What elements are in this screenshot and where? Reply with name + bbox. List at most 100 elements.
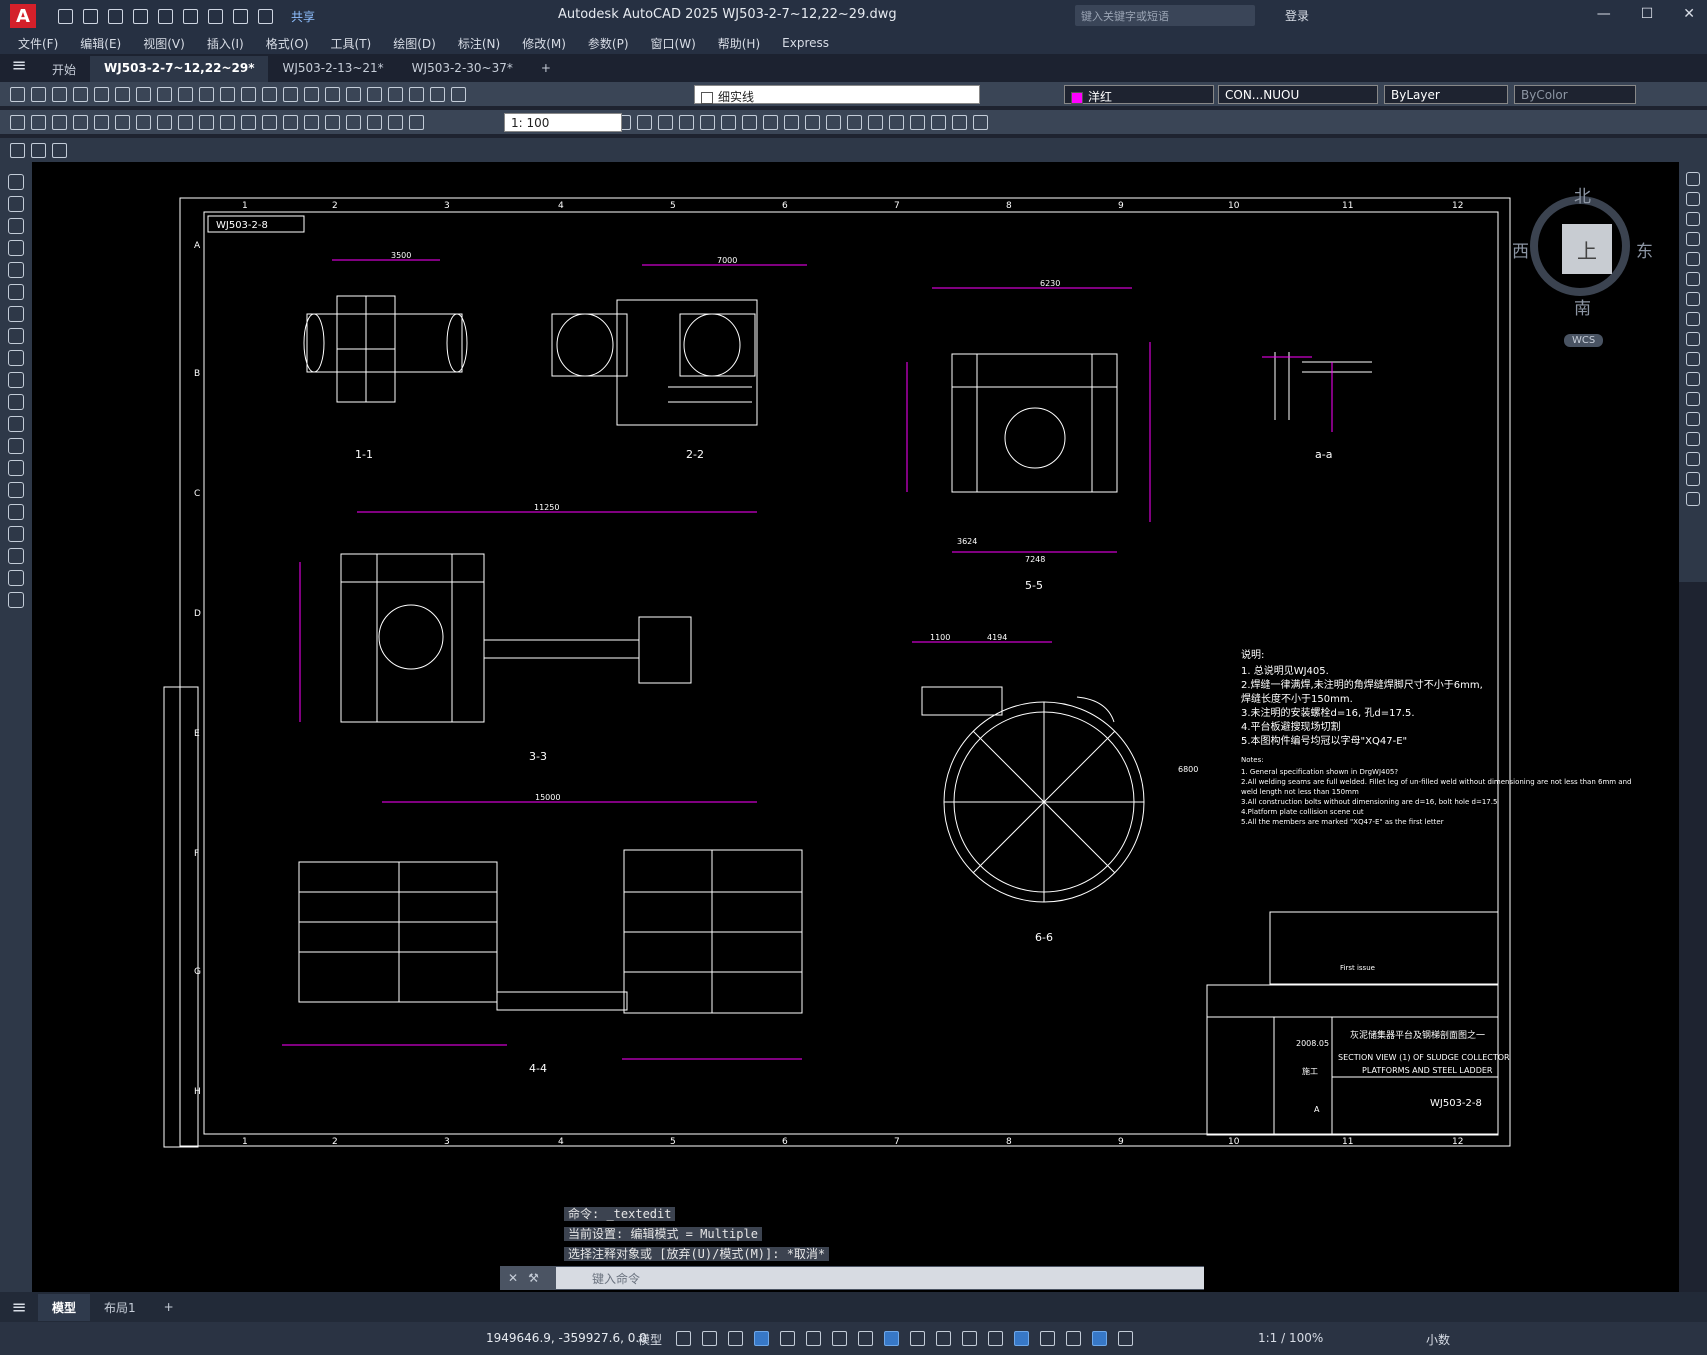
layer-delete-icon[interactable]: [784, 114, 799, 130]
zoom-window-icon[interactable]: [304, 86, 319, 102]
hatch-icon[interactable]: [8, 482, 24, 498]
east-label[interactable]: 东: [1636, 237, 1653, 262]
annotation-scale[interactable]: 1:1 / 100%: [1258, 1331, 1323, 1345]
calculator-icon[interactable]: [409, 86, 424, 102]
view-cube[interactable]: 北 南 东 西 上: [1512, 182, 1653, 319]
offset-icon[interactable]: [1686, 232, 1700, 246]
lineweight-dropdown[interactable]: ByLayer: [1384, 85, 1508, 104]
layer-lock-icon[interactable]: [700, 114, 715, 130]
layer-merge-icon[interactable]: [763, 114, 778, 130]
menu-format[interactable]: 格式(O): [266, 35, 309, 52]
dim-break-icon[interactable]: [262, 114, 277, 130]
move-icon[interactable]: [1686, 272, 1700, 286]
copy-icon[interactable]: [1686, 192, 1700, 206]
units-dropdown[interactable]: 小数: [1426, 1331, 1450, 1348]
layer-off-icon[interactable]: [658, 114, 673, 130]
menu-parametric[interactable]: 参数(P): [588, 35, 629, 52]
menu-modify[interactable]: 修改(M): [522, 35, 566, 52]
pan-icon[interactable]: [262, 86, 277, 102]
layer-freeze-icon[interactable]: [679, 114, 694, 130]
explode-icon[interactable]: [1686, 492, 1700, 506]
continue-dim-icon[interactable]: [220, 114, 235, 130]
command-input[interactable]: 键入命令: [556, 1267, 1204, 1289]
polar-icon[interactable]: [806, 1331, 821, 1346]
design-center-icon[interactable]: [367, 86, 382, 102]
jogged-dim-icon[interactable]: [115, 114, 130, 130]
copy-to-layer-icon[interactable]: [826, 114, 841, 130]
arc-length-icon[interactable]: [52, 114, 67, 130]
ellipse-arc-icon[interactable]: [8, 394, 24, 410]
paste-icon[interactable]: [178, 86, 193, 102]
aligned-dim-icon[interactable]: [31, 114, 46, 130]
chamfer-icon[interactable]: [1686, 432, 1700, 446]
spline-icon[interactable]: [8, 350, 24, 366]
auto-scale-icon[interactable]: [1118, 1331, 1133, 1346]
add-layout-icon[interactable]: +: [150, 1295, 188, 1319]
style-icon[interactable]: [52, 142, 67, 158]
gizmo-icon[interactable]: [1066, 1331, 1081, 1346]
mtext-icon[interactable]: [31, 142, 46, 158]
join-icon[interactable]: [1686, 412, 1700, 426]
menu-insert[interactable]: 插入(I): [207, 35, 244, 52]
line-icon[interactable]: [8, 174, 24, 190]
tab-wj503-2-30[interactable]: WJ503-2-30~37*: [398, 56, 527, 82]
add-selected-icon[interactable]: [8, 592, 24, 608]
dynamic-input-icon[interactable]: [754, 1331, 769, 1346]
redo-icon[interactable]: [241, 86, 256, 102]
save-as-icon[interactable]: [133, 8, 148, 24]
north-label[interactable]: 北: [1574, 182, 1591, 207]
layer-match-icon[interactable]: [721, 114, 736, 130]
preview-icon[interactable]: [94, 86, 109, 102]
polygon-icon[interactable]: [8, 240, 24, 256]
object-snap-tracking-icon[interactable]: [858, 1331, 873, 1346]
polyline-icon[interactable]: [8, 218, 24, 234]
new-tab-icon[interactable]: +: [527, 56, 565, 82]
ortho-icon[interactable]: [780, 1331, 795, 1346]
tolerance-icon[interactable]: [283, 114, 298, 130]
tool-palettes-icon[interactable]: [388, 86, 403, 102]
dim-update-icon[interactable]: [409, 114, 424, 130]
menu-express[interactable]: Express: [782, 36, 829, 50]
dim-space-icon[interactable]: [241, 114, 256, 130]
linear-dim-icon[interactable]: [10, 114, 25, 130]
rotate-icon[interactable]: [1686, 292, 1700, 306]
undo-icon[interactable]: [220, 86, 235, 102]
tab-start[interactable]: 开始: [38, 56, 90, 82]
menu-file[interactable]: 文件(F): [18, 35, 58, 52]
minimize-icon[interactable]: —: [1597, 6, 1611, 22]
rectangle-icon[interactable]: [8, 262, 24, 278]
zoom-realtime-icon[interactable]: [283, 86, 298, 102]
blend-icon[interactable]: [1686, 472, 1700, 486]
make-block-icon[interactable]: [8, 438, 24, 454]
open-file-icon[interactable]: [83, 8, 98, 24]
dim-scale-dropdown[interactable]: 1: 100: [504, 113, 622, 132]
layer-walk-icon[interactable]: [742, 114, 757, 130]
wrench-icon[interactable]: ⚒: [528, 1271, 539, 1285]
zoom-previous-icon[interactable]: [325, 86, 340, 102]
table-icon[interactable]: [8, 548, 24, 564]
tab-wj503-2-7[interactable]: WJ503-2-7~12,22~29*: [90, 56, 269, 82]
attribute-icon[interactable]: [889, 114, 904, 130]
clip-icon[interactable]: [931, 114, 946, 130]
erase-icon[interactable]: [1686, 172, 1700, 186]
extend-icon[interactable]: [1686, 372, 1700, 386]
gradient-icon[interactable]: [8, 504, 24, 520]
menu-view[interactable]: 视图(V): [143, 35, 185, 52]
properties-icon[interactable]: [346, 86, 361, 102]
jogged-linear-icon[interactable]: [346, 114, 361, 130]
angular-dim-icon[interactable]: [157, 114, 172, 130]
annotation-visibility-icon[interactable]: [1092, 1331, 1107, 1346]
snap-icon[interactable]: [702, 1331, 717, 1346]
web-save-icon[interactable]: [183, 8, 198, 24]
baseline-dim-icon[interactable]: [199, 114, 214, 130]
dynamic-ucs-icon[interactable]: [1014, 1331, 1029, 1346]
model-space-button[interactable]: 模型: [638, 1331, 662, 1348]
arc-icon[interactable]: [8, 284, 24, 300]
ucs-icon[interactable]: [973, 114, 988, 130]
maximize-icon[interactable]: ☐: [1641, 6, 1654, 22]
scale-icon[interactable]: [1686, 312, 1700, 326]
quick-dim-icon[interactable]: [178, 114, 193, 130]
new-file-icon[interactable]: [58, 8, 73, 24]
menu-hamburger-icon[interactable]: ≡: [0, 55, 38, 82]
login-button[interactable]: 登录: [1285, 7, 1309, 24]
